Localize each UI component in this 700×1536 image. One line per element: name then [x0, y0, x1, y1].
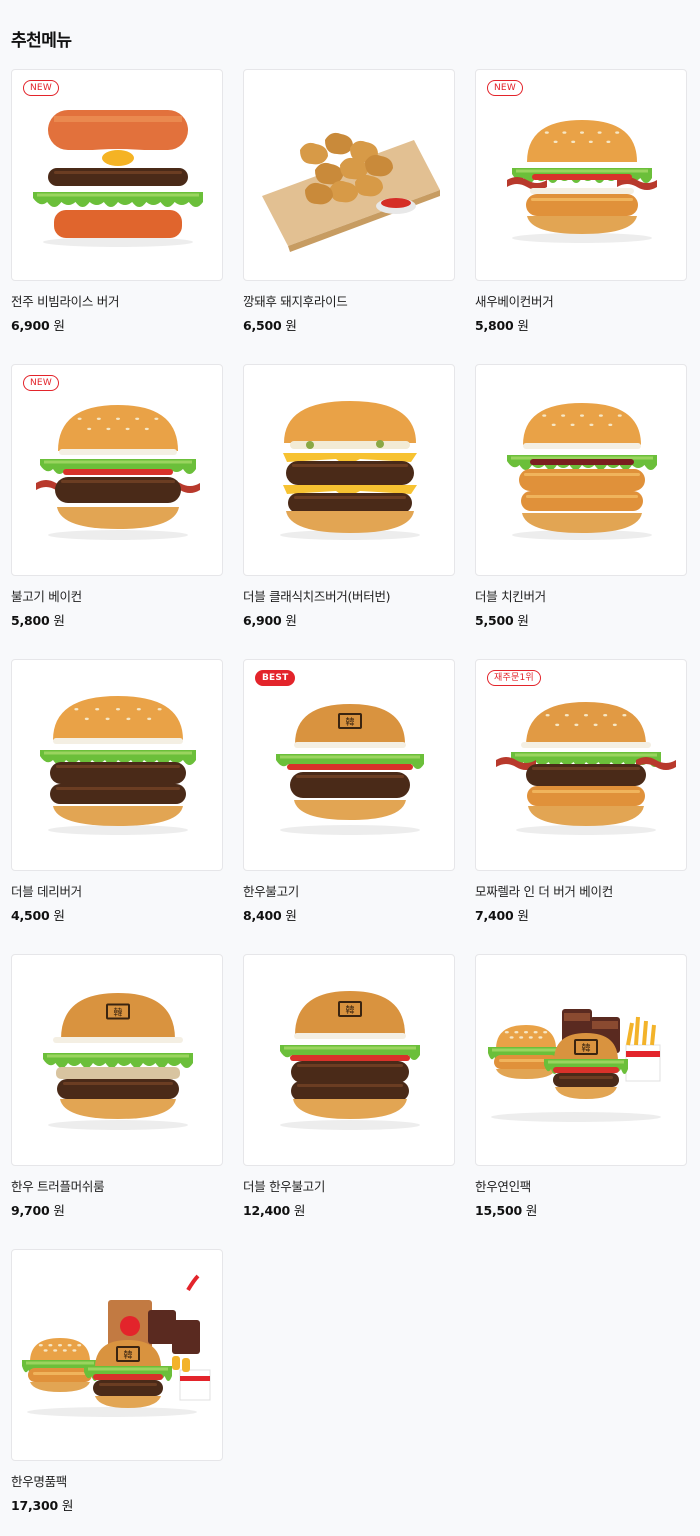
menu-item-badge: NEW — [487, 80, 523, 96]
menu-item-name[interactable]: 깡돼후 돼지후라이드 — [243, 294, 455, 310]
svg-text:韓: 韓 — [113, 1008, 122, 1019]
menu-item-price: 9,700 원 — [11, 1203, 223, 1219]
menu-item-image[interactable]: NEW — [11, 69, 223, 281]
price-value: 5,500 — [475, 613, 514, 628]
price-currency: 원 — [285, 908, 297, 923]
menu-item-name[interactable]: 더블 데리버거 — [11, 884, 223, 900]
menu-item-price: 6,500 원 — [243, 318, 455, 334]
price-value: 5,800 — [475, 318, 514, 333]
menu-item-name[interactable]: 더블 치킨버거 — [475, 589, 687, 605]
menu-item-name[interactable]: 더블 한우불고기 — [243, 1179, 455, 1195]
menu-item-badge: BEST — [255, 670, 296, 686]
price-currency: 원 — [285, 318, 297, 333]
svg-text:韓: 韓 — [345, 717, 354, 728]
price-currency: 원 — [61, 1498, 74, 1513]
menu-item-price: 5,500 원 — [475, 613, 687, 629]
menu-item-card[interactable]: NEW 불고기 베이컨 5,800 원 — [11, 364, 223, 659]
menu-item-price: 6,900 원 — [11, 318, 223, 334]
section-title: 추천메뉴 — [11, 31, 72, 51]
price-value: 5,800 — [11, 613, 50, 628]
price-value: 15,500 — [475, 1203, 523, 1218]
menu-item-card[interactable]: NEW 새우베이컨버거 5,800 원 — [475, 69, 687, 364]
menu-item-price: 5,800 원 — [11, 613, 223, 629]
menu-item-name[interactable]: 더블 클래식치즈버거(버터번) — [243, 589, 455, 605]
menu-item-name[interactable]: 한우불고기 — [243, 884, 455, 900]
menu-item-image[interactable]: NEW — [11, 364, 223, 576]
recommended-menu-page: 추천메뉴 NEW 전주 비빔라이스 버거 6,900 원 깡돼후 돼지후라이드 6,50… — [0, 0, 700, 1536]
menu-item-card[interactable]: 더블 클래식치즈버거(버터번) 6,900 원 — [243, 364, 455, 659]
menu-item-name[interactable]: 불고기 베이컨 — [11, 589, 223, 605]
menu-item-name[interactable]: 한우 트러플머쉬룸 — [11, 1179, 223, 1195]
price-currency: 원 — [53, 1203, 65, 1218]
price-value: 17,300 — [11, 1498, 59, 1513]
menu-item-image[interactable]: 韓 — [243, 954, 455, 1166]
price-currency: 원 — [53, 908, 65, 923]
menu-item-image[interactable]: 韓 — [11, 954, 223, 1166]
menu-item-price: 4,500 원 — [11, 908, 223, 924]
price-value: 6,900 — [243, 613, 282, 628]
menu-item-name[interactable]: 전주 비빔라이스 버거 — [11, 294, 223, 310]
menu-item-image[interactable] — [243, 364, 455, 576]
price-value: 7,400 — [475, 908, 514, 923]
menu-item-price: 8,400 원 — [243, 908, 455, 924]
menu-item-image[interactable] — [475, 364, 687, 576]
menu-item-price: 12,400 원 — [243, 1203, 455, 1219]
menu-item-image[interactable]: 韓 — [475, 954, 687, 1166]
menu-item-image[interactable]: NEW — [475, 69, 687, 281]
menu-item-card[interactable]: BEST 韓 한우불고기 8,400 원 — [243, 659, 455, 954]
menu-item-badge: 재주문1위 — [487, 670, 541, 686]
menu-item-price: 17,300 원 — [11, 1498, 223, 1514]
price-currency: 원 — [525, 1203, 538, 1218]
price-currency: 원 — [293, 1203, 306, 1218]
menu-item-card[interactable]: 깡돼후 돼지후라이드 6,500 원 — [243, 69, 455, 364]
price-value: 8,400 — [243, 908, 282, 923]
svg-text:韓: 韓 — [581, 1043, 590, 1054]
price-currency: 원 — [517, 613, 529, 628]
menu-item-card[interactable]: 재주문1위모짜렐라 인 더 버거 베이컨 7,400 원 — [475, 659, 687, 954]
menu-item-image[interactable] — [11, 659, 223, 871]
menu-item-price: 5,800 원 — [475, 318, 687, 334]
price-value: 6,500 — [243, 318, 282, 333]
price-value: 9,700 — [11, 1203, 50, 1218]
menu-item-card[interactable]: 韓 한우명품팩 17,300 원 — [11, 1249, 223, 1536]
price-currency: 원 — [517, 318, 529, 333]
menu-item-card[interactable]: NEW 전주 비빔라이스 버거 6,900 원 — [11, 69, 223, 364]
menu-item-price: 15,500 원 — [475, 1203, 687, 1219]
price-value: 12,400 — [243, 1203, 291, 1218]
menu-item-price: 7,400 원 — [475, 908, 687, 924]
menu-item-badge: NEW — [23, 375, 59, 391]
menu-item-card[interactable]: 韓 한우연인팩 15,500 원 — [475, 954, 687, 1249]
menu-item-name[interactable]: 새우베이컨버거 — [475, 294, 687, 310]
menu-item-card[interactable]: 韓 한우 트러플머쉬룸 9,700 원 — [11, 954, 223, 1249]
menu-item-image[interactable]: BEST 韓 — [243, 659, 455, 871]
menu-item-price: 6,900 원 — [243, 613, 455, 629]
menu-item-card[interactable]: 더블 데리버거 4,500 원 — [11, 659, 223, 954]
price-currency: 원 — [53, 318, 65, 333]
menu-item-image[interactable]: 韓 — [11, 1249, 223, 1461]
menu-item-card[interactable]: 더블 치킨버거 5,500 원 — [475, 364, 687, 659]
menu-item-card[interactable]: 韓 더블 한우불고기 12,400 원 — [243, 954, 455, 1249]
menu-item-image[interactable] — [243, 69, 455, 281]
price-currency: 원 — [517, 908, 529, 923]
price-currency: 원 — [285, 613, 297, 628]
menu-item-badge: NEW — [23, 80, 59, 96]
price-value: 6,900 — [11, 318, 50, 333]
price-currency: 원 — [53, 613, 65, 628]
menu-grid: NEW 전주 비빔라이스 버거 6,900 원 깡돼후 돼지후라이드 6,500 원 NE… — [11, 69, 687, 1536]
svg-text:韓: 韓 — [345, 1005, 354, 1016]
price-value: 4,500 — [11, 908, 50, 923]
menu-item-name[interactable]: 한우연인팩 — [475, 1179, 687, 1195]
menu-item-image[interactable]: 재주문1위 — [475, 659, 687, 871]
svg-text:韓: 韓 — [123, 1350, 132, 1361]
menu-item-name[interactable]: 모짜렐라 인 더 버거 베이컨 — [475, 884, 687, 900]
menu-item-name[interactable]: 한우명품팩 — [11, 1474, 223, 1490]
